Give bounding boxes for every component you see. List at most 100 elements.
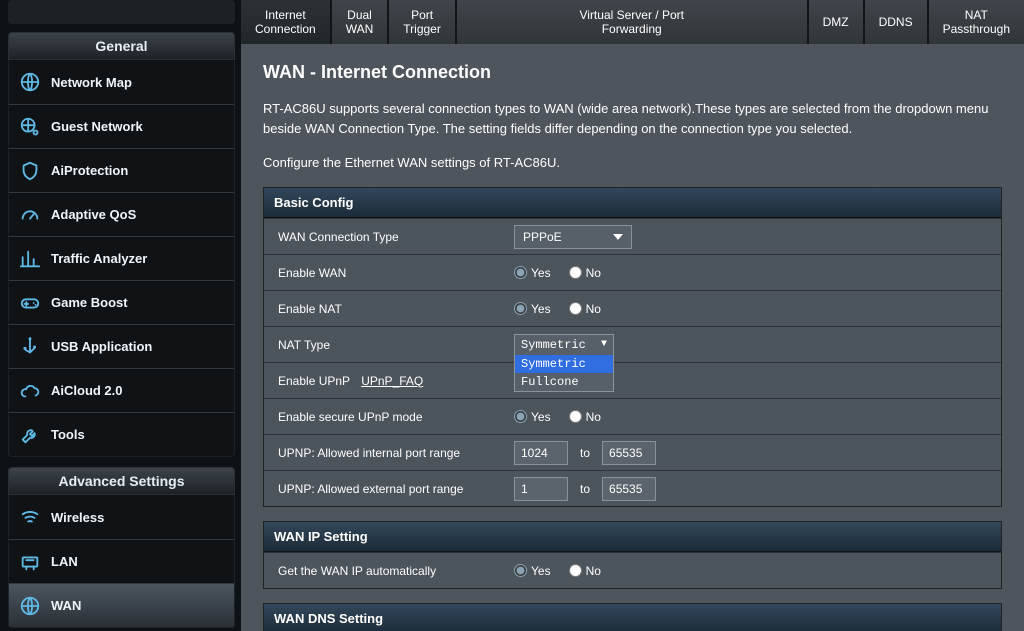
- row-enable-secure-upnp: Enable secure UPnP mode Yes No: [264, 398, 1001, 434]
- sidebar-item-label: Network Map: [51, 75, 132, 90]
- panel-wan-dns: WAN DNS Setting Connect to DNS Server au…: [263, 603, 1002, 631]
- sidebar-item-label: Guest Network: [51, 119, 143, 134]
- sidebar-item-label: AiProtection: [51, 163, 128, 178]
- radio-enable-wan-no[interactable]: No: [569, 266, 601, 280]
- sidebar-item-label: LAN: [51, 554, 78, 569]
- row-enable-upnp: Enable UPnP UPnP_FAQ: [264, 362, 1001, 398]
- lan-icon: [19, 551, 41, 573]
- sidebar-general-menu: Network Map Guest Network AiProtection A…: [8, 60, 235, 457]
- label-enable-wan: Enable WAN: [264, 258, 504, 288]
- dropdown-option-symmetric[interactable]: Symmetric: [515, 355, 613, 373]
- row-enable-nat: Enable NAT Yes No: [264, 290, 1001, 326]
- sidebar-item-label: Wireless: [51, 510, 104, 525]
- sidebar-item-label: Tools: [51, 427, 85, 442]
- gamepad-icon: [19, 292, 41, 314]
- sidebar-item-label: Game Boost: [51, 295, 128, 310]
- select-wan-connection-type[interactable]: PPPoE: [514, 225, 632, 249]
- sidebar-item-label: Traffic Analyzer: [51, 251, 147, 266]
- panel-title-wan-ip: WAN IP Setting: [264, 522, 1001, 552]
- input-upnp-internal-from[interactable]: [514, 441, 568, 465]
- sidebar-item-network-map[interactable]: Network Map: [9, 60, 234, 104]
- tab-port-trigger[interactable]: Port Trigger: [389, 0, 457, 44]
- sidebar-item-label: Adaptive QoS: [51, 207, 136, 222]
- sidebar-item-wan[interactable]: WAN: [9, 583, 234, 627]
- wrench-icon: [19, 424, 41, 446]
- sidebar-item-usb-application[interactable]: USB Application: [9, 324, 234, 368]
- row-upnp-internal-range: UPNP: Allowed internal port range to: [264, 434, 1001, 470]
- sidebar-item-label: USB Application: [51, 339, 152, 354]
- row-upnp-external-range: UPNP: Allowed external port range to: [264, 470, 1001, 506]
- label-wan-connection-type: WAN Connection Type: [264, 222, 504, 252]
- chart-icon: [19, 248, 41, 270]
- sidebar-top-placeholder: [8, 0, 235, 24]
- input-upnp-internal-to[interactable]: [602, 441, 656, 465]
- page-description-2: Configure the Ethernet WAN settings of R…: [263, 153, 1002, 173]
- gauge-icon: [19, 204, 41, 226]
- radio-secure-upnp-yes[interactable]: Yes: [514, 410, 551, 424]
- radio-enable-wan-yes[interactable]: Yes: [514, 266, 551, 280]
- radio-secure-upnp-no[interactable]: No: [569, 410, 601, 424]
- sidebar-item-tools[interactable]: Tools: [9, 412, 234, 456]
- link-upnp-faq[interactable]: UPnP_FAQ: [361, 374, 423, 388]
- radio-enable-nat-yes[interactable]: Yes: [514, 302, 551, 316]
- range-separator: to: [580, 446, 590, 460]
- shield-icon: [19, 160, 41, 182]
- tab-virtual-server[interactable]: Virtual Server / Port Forwarding: [457, 0, 809, 44]
- input-upnp-external-from[interactable]: [514, 477, 568, 501]
- row-nat-type: NAT Type Symmetric ▼ Symmetric Fullcone: [264, 326, 1001, 362]
- sidebar-item-traffic-analyzer[interactable]: Traffic Analyzer: [9, 236, 234, 280]
- dropdown-nat-type-selected[interactable]: Symmetric ▼: [515, 335, 613, 355]
- sidebar-item-label: AiCloud 2.0: [51, 383, 123, 398]
- page-description-1: RT-AC86U supports several connection typ…: [263, 99, 1002, 139]
- label-wan-ip-auto: Get the WAN IP automatically: [264, 556, 504, 586]
- sidebar-item-adaptive-qos[interactable]: Adaptive QoS: [9, 192, 234, 236]
- row-enable-wan: Enable WAN Yes No: [264, 254, 1001, 290]
- panel-wan-ip: WAN IP Setting Get the WAN IP automatica…: [263, 521, 1002, 589]
- radio-wan-ip-yes[interactable]: Yes: [514, 564, 551, 578]
- tab-ddns[interactable]: DDNS: [865, 0, 929, 44]
- radio-enable-nat-no[interactable]: No: [569, 302, 601, 316]
- sidebar-header-general: General: [8, 32, 235, 60]
- cloud-icon: [19, 380, 41, 402]
- chevron-down-icon: ▼: [601, 339, 607, 350]
- label-nat-type: NAT Type: [264, 330, 504, 360]
- globe-icon: [19, 595, 41, 617]
- dropdown-nat-type-open[interactable]: Symmetric ▼ Symmetric Fullcone: [514, 334, 614, 392]
- sidebar-item-wireless[interactable]: Wireless: [9, 495, 234, 539]
- sidebar-item-aiprotection[interactable]: AiProtection: [9, 148, 234, 192]
- sidebar: General Network Map Guest Network AiProt…: [0, 0, 241, 631]
- dropdown-option-fullcone[interactable]: Fullcone: [515, 373, 613, 391]
- sidebar-item-lan[interactable]: LAN: [9, 539, 234, 583]
- sidebar-header-advanced: Advanced Settings: [8, 467, 235, 495]
- sidebar-advanced-menu: Wireless LAN WAN: [8, 495, 235, 628]
- radio-wan-ip-no[interactable]: No: [569, 564, 601, 578]
- row-wan-ip-auto: Get the WAN IP automatically Yes No: [264, 552, 1001, 588]
- panel-title-wan-dns: WAN DNS Setting: [264, 604, 1001, 631]
- tab-bar: Internet Connection Dual WAN Port Trigge…: [241, 0, 1024, 44]
- label-enable-nat: Enable NAT: [264, 294, 504, 324]
- row-wan-connection-type: WAN Connection Type PPPoE: [264, 218, 1001, 254]
- page-body: WAN - Internet Connection RT-AC86U suppo…: [241, 44, 1024, 631]
- panel-basic-config: Basic Config WAN Connection Type PPPoE E…: [263, 187, 1002, 507]
- main: Internet Connection Dual WAN Port Trigge…: [241, 0, 1024, 631]
- label-enable-upnp: Enable UPnP UPnP_FAQ: [264, 366, 504, 396]
- tab-dmz[interactable]: DMZ: [809, 0, 865, 44]
- input-upnp-external-to[interactable]: [602, 477, 656, 501]
- range-separator: to: [580, 482, 590, 496]
- label-upnp-external: UPNP: Allowed external port range: [264, 474, 504, 504]
- tab-internet-connection[interactable]: Internet Connection: [241, 0, 332, 44]
- tab-nat-passthrough[interactable]: NAT Passthrough: [929, 0, 1024, 44]
- label-enable-secure-upnp: Enable secure UPnP mode: [264, 402, 504, 432]
- sidebar-item-label: WAN: [51, 598, 81, 613]
- sidebar-item-guest-network[interactable]: Guest Network: [9, 104, 234, 148]
- globe-users-icon: [19, 116, 41, 138]
- globe-grid-icon: [19, 71, 41, 93]
- sidebar-item-aicloud[interactable]: AiCloud 2.0: [9, 368, 234, 412]
- sidebar-item-game-boost[interactable]: Game Boost: [9, 280, 234, 324]
- wifi-icon: [19, 506, 41, 528]
- usb-icon: [19, 336, 41, 358]
- tab-dual-wan[interactable]: Dual WAN: [332, 0, 390, 44]
- panel-title-basic: Basic Config: [264, 188, 1001, 218]
- page-title: WAN - Internet Connection: [263, 62, 1002, 83]
- label-upnp-internal: UPNP: Allowed internal port range: [264, 438, 504, 468]
